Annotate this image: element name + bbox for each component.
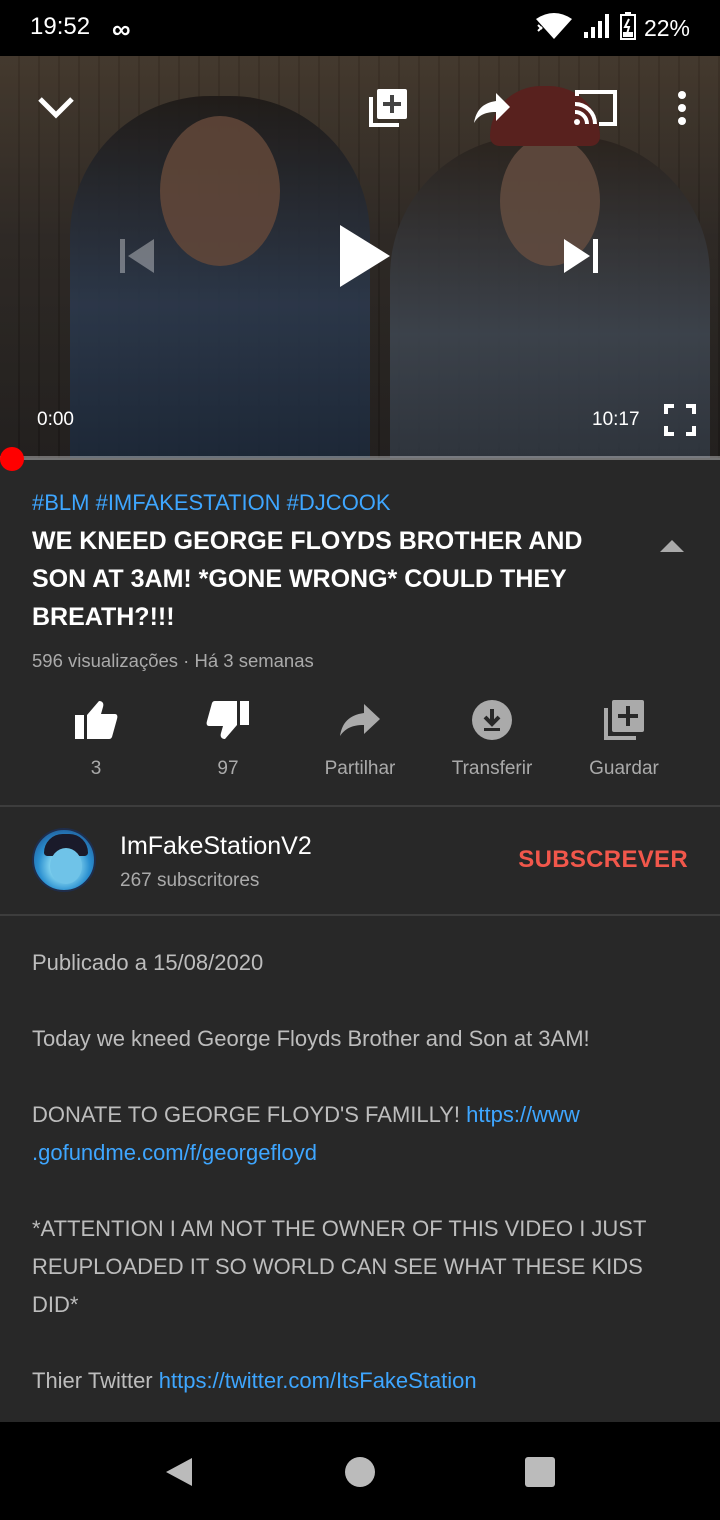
- progress-scrubber[interactable]: [0, 447, 24, 471]
- share-arrow-icon[interactable]: [470, 86, 514, 130]
- status-bar: 19:52 ∞ 22%: [0, 0, 720, 56]
- infinity-icon: ∞: [112, 14, 131, 44]
- add-to-queue-icon[interactable]: [366, 86, 410, 130]
- divider: [0, 805, 720, 807]
- channel-subscribers: 267 subscritores: [120, 870, 260, 891]
- video-title[interactable]: WE KNEED GEORGE FLOYDS BROTHER AND SON A…: [32, 522, 592, 636]
- battery-percent: 22%: [643, 14, 690, 41]
- divider: [0, 914, 720, 916]
- like-button[interactable]: 3: [30, 696, 162, 780]
- cast-icon[interactable]: [570, 86, 620, 130]
- twitter-paragraph: Thier Twitter https://twitter.com/ItsFak…: [32, 1362, 692, 1400]
- donate-link[interactable]: https://www: [466, 1102, 580, 1127]
- add-to-playlist-icon: [558, 696, 690, 744]
- wifi-icon: [534, 11, 574, 46]
- publish-date: Publicado a 15/08/2020: [32, 950, 264, 975]
- more-vert-icon[interactable]: [668, 86, 696, 130]
- share-icon: [294, 696, 426, 744]
- expand-description-icon[interactable]: [658, 538, 688, 558]
- status-time: 19:52: [30, 13, 91, 40]
- channel-row: ImFakeStationV2 267 subscritores SUBSCRE…: [0, 808, 720, 914]
- play-icon[interactable]: [330, 216, 400, 296]
- donate-text: DONATE TO GEORGE FLOYD'S FAMILLY!: [32, 1102, 467, 1127]
- channel-name[interactable]: ImFakeStationV2: [120, 832, 312, 861]
- subscribe-button[interactable]: SUBSCREVER: [518, 846, 688, 874]
- recents-nav-icon[interactable]: [524, 1456, 556, 1488]
- share-label: Partilhar: [324, 758, 396, 779]
- description-line: Today we kneed George Floyds Brother and…: [32, 1026, 590, 1051]
- battery-icon: [619, 11, 636, 45]
- current-time: 0:00: [37, 409, 74, 430]
- video-duration: 10:17: [592, 409, 640, 430]
- save-label: Guardar: [589, 758, 659, 779]
- download-label: Transferir: [451, 758, 533, 779]
- next-icon[interactable]: [558, 232, 606, 280]
- home-nav-icon[interactable]: [344, 1456, 376, 1488]
- download-icon: [426, 696, 558, 744]
- video-player[interactable]: 0:00 10:17: [0, 56, 720, 458]
- donate-link-continued[interactable]: .gofundme.com/f/georgefloyd: [32, 1140, 317, 1165]
- signal-icon: [582, 12, 612, 45]
- back-nav-icon[interactable]: [162, 1456, 194, 1488]
- channel-avatar[interactable]: [32, 828, 96, 892]
- share-button[interactable]: Partilhar: [294, 696, 426, 780]
- donate-paragraph: DONATE TO GEORGE FLOYD'S FAMILLY! https:…: [32, 1096, 692, 1172]
- twitter-text: Thier Twitter: [32, 1368, 159, 1393]
- collapse-chevron-icon[interactable]: [34, 86, 78, 130]
- attention-note: *ATTENTION I AM NOT THE OWNER OF THIS VI…: [32, 1216, 647, 1317]
- video-description: Publicado a 15/08/2020 Today we kneed Ge…: [32, 944, 692, 1438]
- system-nav-bar: [0, 1422, 720, 1520]
- save-button[interactable]: Guardar: [558, 696, 690, 780]
- video-meta: 596 visualizações · Há 3 semanas: [32, 650, 314, 671]
- like-count: 3: [90, 758, 102, 779]
- download-button[interactable]: Transferir: [426, 696, 558, 780]
- action-bar: 3 97 Partilhar Transferir Guardar: [0, 696, 720, 792]
- fullscreen-icon[interactable]: [662, 402, 698, 438]
- thumb-up-icon: [30, 696, 162, 744]
- dislike-button[interactable]: 97: [162, 696, 294, 780]
- thumb-down-icon: [162, 696, 294, 744]
- previous-icon: [112, 232, 160, 280]
- twitter-link[interactable]: https://twitter.com/ItsFakeStation: [159, 1368, 477, 1393]
- video-hashtags[interactable]: #BLM #IMFAKESTATION #DJCOOK: [32, 490, 391, 516]
- dislike-count: 97: [217, 758, 239, 779]
- progress-bar[interactable]: [0, 456, 720, 460]
